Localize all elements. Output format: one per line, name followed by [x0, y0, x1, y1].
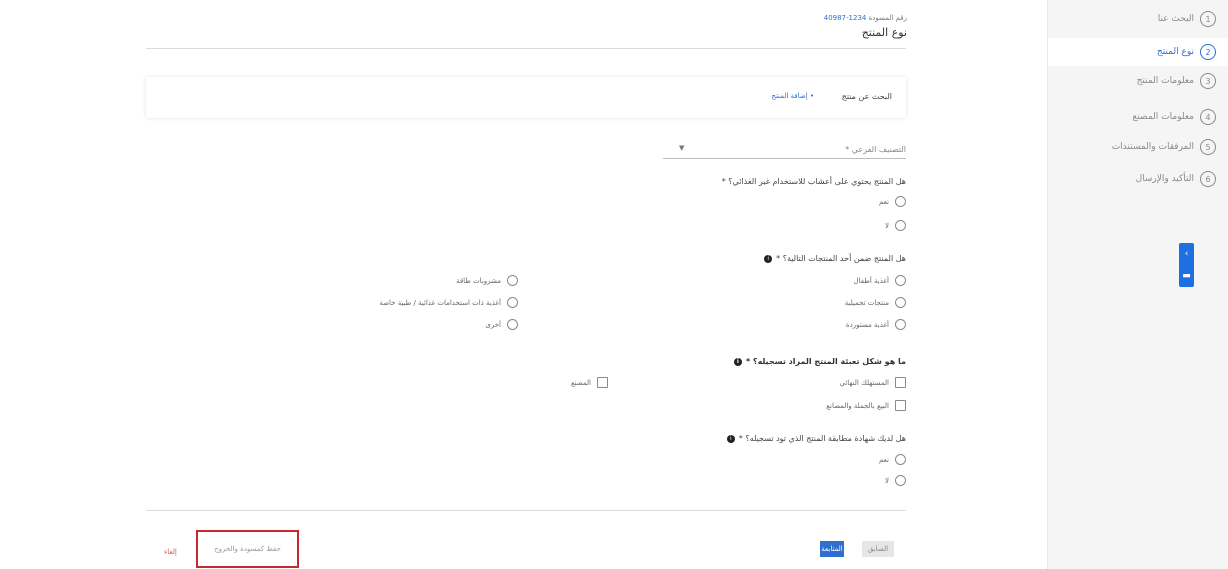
dropdown-arrow-icon: ▼ — [679, 144, 685, 152]
radio-other[interactable]: أخرى — [485, 319, 518, 330]
radio-button[interactable] — [507, 275, 518, 286]
radio-imported-food[interactable]: أغذية مستوردة — [846, 319, 906, 330]
option-label: المستهلك النهائي — [839, 378, 889, 387]
question-text: هل المنتج ضمن أحد المنتجات التالية؟ * — [776, 254, 906, 263]
divider — [146, 48, 906, 49]
subcategory-placeholder: التصنيف الفرعي * — [845, 145, 906, 154]
radio-special-food[interactable]: أغذية ذات استخدامات غذائية / طبية خاصة — [379, 297, 518, 308]
add-product-link[interactable]: • إضافة المنتج — [771, 92, 814, 100]
radio-button[interactable] — [895, 220, 906, 231]
cancel-button[interactable]: إلغاء — [164, 544, 177, 560]
question-packaging: ما هو شكل تعبئة المنتج المراد تسجيله؟ *i — [733, 357, 906, 366]
step-label: معلومات المنتج — [1136, 76, 1194, 86]
step-3[interactable]: 3 معلومات المنتج — [1137, 70, 1216, 92]
option-label: نعم — [879, 197, 889, 206]
question-text: هل لديك شهادة مطابقة المنتج الذي تود تسج… — [738, 434, 906, 443]
info-icon[interactable]: i — [733, 357, 742, 366]
option-label: البيع بالجملة والمصانع — [826, 401, 889, 410]
step-number: 5 — [1200, 139, 1216, 155]
step-number: 1 — [1200, 11, 1216, 27]
page-title: نوع المنتج — [861, 26, 907, 39]
step-number: 4 — [1200, 109, 1216, 125]
option-label: المصنع — [570, 378, 591, 387]
feedback-tab[interactable]: ‹ ▬ — [1179, 243, 1194, 287]
radio-cert-yes[interactable]: نعم — [879, 454, 906, 465]
search-label: البحث عن منتج — [841, 92, 892, 101]
divider — [146, 510, 906, 511]
next-button[interactable]: المتابعة — [820, 541, 844, 557]
step-label: المرفقات والمستندات — [1111, 142, 1194, 152]
step-5[interactable]: 5 المرفقات والمستندات — [1112, 136, 1216, 158]
radio-button[interactable] — [507, 297, 518, 308]
subcategory-select[interactable]: التصنيف الفرعي * ▼ — [663, 140, 906, 159]
step-6[interactable]: 6 التأكيد والإرسال — [1136, 168, 1216, 190]
draft-number-label: رقم المسودة — [868, 14, 907, 22]
question-text: ما هو شكل تعبئة المنتج المراد تسجيله؟ * — [745, 357, 906, 366]
checkbox-factory[interactable]: المصنع — [571, 377, 608, 388]
option-label: لا — [885, 476, 889, 485]
option-label: نعم — [879, 455, 889, 464]
checkbox[interactable] — [597, 377, 608, 388]
step-label: معلومات المصنع — [1132, 112, 1194, 122]
radio-cert-no[interactable]: لا — [885, 475, 906, 486]
step-label: البحث عنا — [1157, 14, 1194, 24]
info-icon[interactable]: i — [726, 434, 735, 443]
info-icon[interactable]: i — [764, 254, 773, 263]
checkbox-wholesale[interactable]: البيع بالجملة والمصانع — [826, 400, 906, 411]
checkbox-end-consumer[interactable]: المستهلك النهائي — [840, 377, 906, 388]
draft-number-value: 1234-40987 — [823, 14, 867, 22]
step-label: التأكيد والإرسال — [1135, 174, 1194, 184]
steps-sidebar: 1 البحث عنا 2 نوع المنتج 3 معلومات المنت… — [1047, 0, 1228, 569]
option-label: لا — [885, 221, 889, 230]
checkbox[interactable] — [895, 377, 906, 388]
draft-number: رقم المسودة 1234-40987 — [792, 14, 907, 22]
radio-yes[interactable]: نعم — [879, 196, 906, 207]
option-label: أخرى — [485, 320, 501, 329]
step-label: نوع المنتج — [1156, 47, 1194, 57]
radio-button[interactable] — [895, 196, 906, 207]
radio-baby-food[interactable]: أغذية أطفال — [854, 275, 906, 286]
question-certificate: هل لديك شهادة مطابقة المنتج الذي تود تسج… — [726, 434, 906, 443]
option-label: مشروبات طاقة — [456, 276, 501, 285]
step-4[interactable]: 4 معلومات المصنع — [1133, 106, 1216, 128]
radio-button[interactable] — [895, 454, 906, 465]
option-label: أغذية أطفال — [853, 276, 889, 285]
checkbox[interactable] — [895, 400, 906, 411]
radio-energy-drinks[interactable]: مشروبات طاقة — [456, 275, 518, 286]
question-herbs: هل المنتج يحتوي على أعشاب للاستخدام غير … — [721, 177, 906, 186]
step-2-active[interactable]: 2 نوع المنتج — [1048, 38, 1228, 66]
step-number: 3 — [1200, 73, 1216, 89]
question-product-type: هل المنتج ضمن أحد المنتجات التالية؟ *i — [764, 254, 906, 263]
option-label: أغذية ذات استخدامات غذائية / طبية خاصة — [379, 298, 501, 307]
radio-no[interactable]: لا — [885, 220, 906, 231]
step-number: 6 — [1200, 171, 1216, 187]
radio-button[interactable] — [895, 297, 906, 308]
radio-button[interactable] — [895, 475, 906, 486]
radio-button[interactable] — [507, 319, 518, 330]
search-card: البحث عن منتج • إضافة المنتج — [146, 77, 906, 118]
save-draft-button[interactable]: حفظ كمسودة والخروج — [196, 530, 299, 568]
radio-cosmetics[interactable]: منتجات تجميلية — [845, 297, 906, 308]
option-label: أغذية مستوردة — [845, 320, 889, 329]
option-label: منتجات تجميلية — [844, 298, 889, 307]
radio-button[interactable] — [895, 319, 906, 330]
step-1[interactable]: 1 البحث عنا — [1158, 8, 1216, 30]
message-icon: ▬ — [1182, 270, 1191, 281]
radio-button[interactable] — [895, 275, 906, 286]
chevron-left-icon: ‹ — [1184, 248, 1189, 259]
step-number: 2 — [1200, 44, 1216, 60]
previous-button[interactable]: السابق — [862, 541, 894, 557]
